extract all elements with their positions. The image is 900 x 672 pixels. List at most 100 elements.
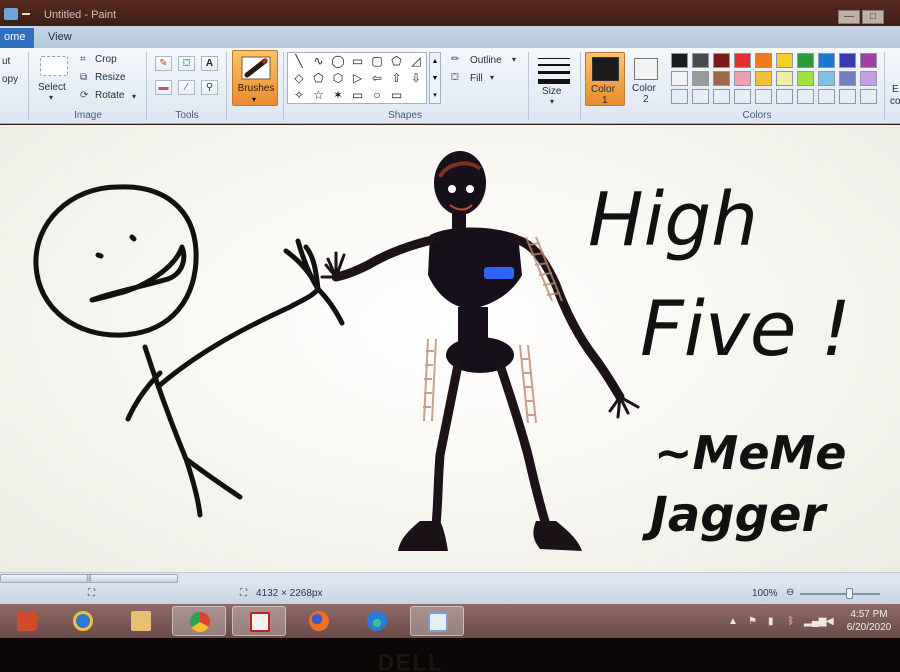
palette-swatch[interactable] [797, 53, 814, 68]
select-dropdown-icon[interactable]: ▾ [49, 93, 53, 102]
edit-colors-button[interactable]: E [892, 84, 899, 95]
action-center-icon[interactable]: ⚑ [748, 616, 757, 627]
zoom-out-button[interactable]: ⊖ [786, 587, 794, 598]
shape-option[interactable]: ▢ [368, 54, 386, 69]
rotate-dropdown-icon[interactable]: ▾ [132, 92, 136, 101]
size-button[interactable]: Size ▾ [534, 52, 574, 108]
taskbar-adobe-reader[interactable] [232, 606, 286, 636]
taskbar-firefox[interactable] [292, 606, 346, 636]
resize-button[interactable]: Resize [95, 72, 126, 83]
palette-swatch[interactable] [755, 53, 772, 68]
minimize-button[interactable]: — [838, 10, 860, 24]
palette-swatch[interactable] [692, 89, 709, 104]
taskbar-chrome[interactable] [172, 606, 226, 636]
shape-option[interactable]: ◯ [329, 54, 347, 69]
palette-swatch[interactable] [692, 71, 709, 86]
taskbar-media-center[interactable] [0, 606, 54, 636]
quick-access-menu-icon[interactable] [22, 13, 30, 15]
shape-option[interactable]: ⬠ [310, 71, 328, 86]
shape-option[interactable]: ⬡ [329, 71, 347, 86]
shape-option[interactable]: ✶ [329, 88, 347, 103]
palette-swatch[interactable] [755, 71, 772, 86]
taskbar-edge[interactable] [350, 606, 404, 636]
shape-option[interactable]: ✧ [290, 88, 308, 103]
palette-swatch[interactable] [797, 89, 814, 104]
outline-dropdown-icon[interactable]: ▾ [512, 55, 516, 64]
palette-swatch[interactable] [776, 71, 793, 86]
shape-option[interactable]: ⇦ [368, 71, 386, 86]
shape-option[interactable]: ◇ [290, 71, 308, 86]
outline-button[interactable]: Outline [470, 55, 502, 66]
shape-option[interactable]: ∿ [310, 54, 328, 69]
zoom-slider[interactable] [800, 593, 880, 595]
palette-swatch[interactable] [671, 89, 688, 104]
palette-swatch[interactable] [713, 71, 730, 86]
palette-swatch[interactable] [818, 89, 835, 104]
shape-option[interactable]: ⇩ [407, 71, 425, 86]
palette-swatch[interactable] [692, 53, 709, 68]
palette-swatch[interactable] [839, 53, 856, 68]
brushes-button[interactable]: Brushes ▾ [232, 50, 278, 106]
palette-swatch[interactable] [734, 89, 751, 104]
shapes-scroll[interactable]: ▲ ▼ ▾ [429, 52, 441, 104]
pencil-icon[interactable]: ✎ [155, 56, 172, 71]
color-picker-icon[interactable]: ⁄ [178, 80, 195, 95]
shapes-gallery[interactable]: ╲ ∿ ◯ ▭ ▢ ⬠ ◿ ◇ ⬠ ⬡ ▷ ⇦ ⇧ ⇩ ✧ ☆ ✶ ▭ ○ ▭ [287, 52, 427, 104]
palette-swatch[interactable] [818, 53, 835, 68]
shape-option[interactable]: ☆ [310, 88, 328, 103]
shape-option[interactable]: ◿ [407, 54, 425, 69]
battery-icon[interactable]: ▮ [768, 616, 774, 627]
palette-swatch[interactable] [776, 53, 793, 68]
palette-swatch[interactable] [776, 89, 793, 104]
clock[interactable]: 4:57 PM 6/20/2020 [840, 608, 898, 634]
volume-icon[interactable]: ◀ [826, 616, 834, 627]
select-button[interactable]: Select [38, 82, 66, 93]
crop-button[interactable]: Crop [95, 54, 117, 65]
shape-option[interactable]: ⬠ [388, 54, 406, 69]
palette-swatch[interactable] [734, 53, 751, 68]
shape-option[interactable]: ▷ [349, 71, 367, 86]
maximize-button[interactable]: □ [862, 10, 884, 24]
zoom-slider-knob[interactable] [846, 588, 853, 599]
palette-swatch[interactable] [734, 71, 751, 86]
tab-home[interactable]: ome [0, 28, 34, 48]
shape-option[interactable]: ▭ [349, 88, 367, 103]
eraser-icon[interactable]: ▬ [155, 80, 172, 95]
horizontal-scrollbar[interactable]: ||| [0, 572, 900, 584]
color1-button[interactable]: Color 1 [585, 52, 625, 106]
palette-swatch[interactable] [860, 53, 877, 68]
network-icon[interactable]: ▂▄▆ [804, 616, 826, 627]
fill-button[interactable]: Fill [470, 73, 483, 84]
palette-swatch[interactable] [755, 89, 772, 104]
palette-swatch[interactable] [860, 89, 877, 104]
taskbar-file-explorer[interactable] [114, 606, 168, 636]
fill-dropdown-icon[interactable]: ▾ [490, 73, 494, 82]
fill-icon[interactable]: ⛋ [178, 56, 195, 71]
drawing-canvas[interactable]: High Five ! ~MeMe Jagger [0, 125, 900, 572]
copy-button[interactable]: opy [2, 74, 18, 85]
shape-option[interactable]: ╲ [290, 54, 308, 69]
palette-swatch[interactable] [713, 89, 730, 104]
palette-swatch[interactable] [671, 71, 688, 86]
palette-swatch[interactable] [797, 71, 814, 86]
bluetooth-icon[interactable]: ᛒ [788, 616, 794, 627]
taskbar-paint[interactable] [410, 606, 464, 636]
shape-option[interactable]: ▭ [388, 88, 406, 103]
palette-swatch[interactable] [839, 89, 856, 104]
shape-option[interactable]: ○ [368, 88, 386, 103]
select-icon[interactable] [40, 56, 68, 76]
shape-option[interactable]: ▭ [349, 54, 367, 69]
magnifier-icon[interactable]: ⚲ [201, 80, 218, 95]
scroll-thumb[interactable]: ||| [0, 574, 178, 583]
shape-option[interactable]: ⇧ [388, 71, 406, 86]
rotate-button[interactable]: Rotate [95, 90, 124, 101]
palette-swatch[interactable] [860, 71, 877, 86]
palette-swatch[interactable] [671, 53, 688, 68]
text-icon[interactable]: A [201, 56, 218, 71]
tray-overflow-icon[interactable]: ▲ [728, 616, 738, 627]
color2-button[interactable]: Color 2 [628, 52, 668, 106]
tab-view[interactable]: View [38, 28, 82, 48]
palette-swatch[interactable] [839, 71, 856, 86]
taskbar-internet-explorer[interactable] [56, 606, 110, 636]
paint-app-icon[interactable] [4, 8, 18, 20]
